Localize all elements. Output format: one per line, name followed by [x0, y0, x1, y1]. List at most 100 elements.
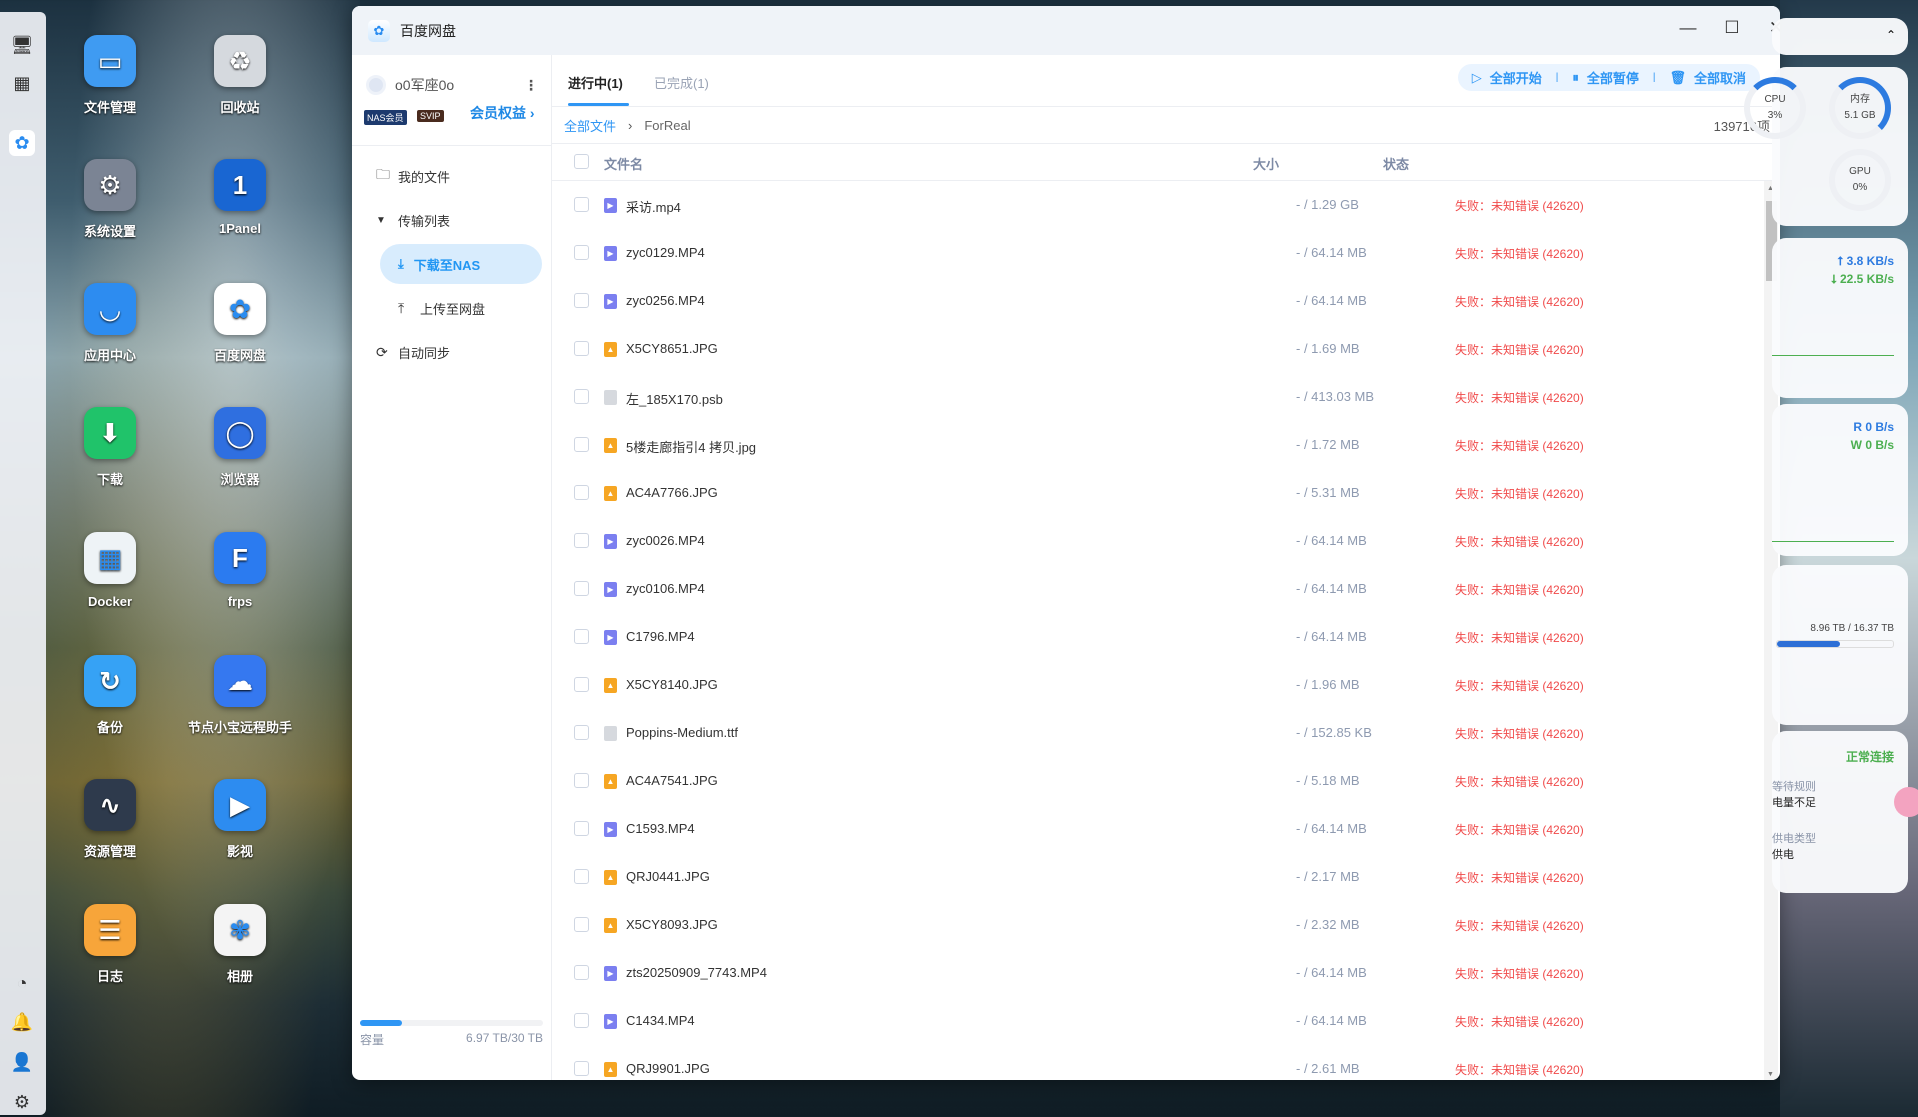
row-checkbox[interactable]	[574, 293, 589, 308]
video-file-icon: ▶	[604, 630, 617, 645]
desktop-app-icon[interactable]: ↻ 备份	[55, 655, 165, 736]
row-checkbox[interactable]	[574, 581, 589, 596]
desktop-app-icon[interactable]: ◯ 浏览器	[185, 407, 295, 488]
file-status: 失败：未知错误 (42620)	[1455, 439, 1584, 453]
sidebar-item-download-to-nas[interactable]: ⤓ 下载至NAS	[380, 244, 542, 284]
table-row[interactable]: ▶ zts20250909_7743.MP4 - / 64.14 MB 失败：未…	[552, 949, 1762, 997]
video-file-icon: ▶	[604, 1014, 617, 1029]
row-checkbox[interactable]	[574, 917, 589, 932]
maximize-button[interactable]: ☐	[1720, 18, 1744, 38]
file-name: zyc0256.MP4	[626, 293, 705, 308]
cancel-all-button[interactable]: 全部取消	[1694, 68, 1746, 87]
row-checkbox[interactable]	[574, 341, 589, 356]
pause-all-button[interactable]: 全部暂停	[1587, 68, 1639, 87]
row-checkbox[interactable]	[574, 437, 589, 452]
apps-grid-icon[interactable]: ▦	[9, 70, 35, 96]
row-checkbox[interactable]	[574, 773, 589, 788]
baidu-netdisk-dock-icon[interactable]: ✿	[9, 130, 35, 156]
app-icon: 1	[214, 159, 266, 211]
minimize-button[interactable]: —	[1676, 18, 1700, 38]
table-row[interactable]: ▲ AC4A7541.JPG - / 5.18 MB 失败：未知错误 (4262…	[552, 757, 1762, 805]
row-checkbox[interactable]	[574, 869, 589, 884]
tab-completed[interactable]: 已完成(1)	[654, 73, 709, 92]
desktop-app-icon[interactable]: ◡ 应用中心	[55, 283, 165, 364]
desktop-app-icon[interactable]: ♻ 回收站	[185, 35, 295, 116]
user-info[interactable]: o0军座0o ⋮	[366, 75, 546, 95]
sync-icon: ⟳	[376, 343, 388, 360]
table-row[interactable]: ▶ C1796.MP4 - / 64.14 MB 失败：未知错误 (42620)	[552, 613, 1762, 661]
sidebar-item-auto-sync[interactable]: ⟳ 自动同步	[376, 332, 450, 372]
bell-icon[interactable]: 🔔	[9, 1009, 35, 1035]
floating-assistant-button[interactable]	[1894, 787, 1918, 817]
row-checkbox[interactable]	[574, 1013, 589, 1028]
desktop-app-icon[interactable]: ∿ 资源管理	[55, 779, 165, 860]
select-all-checkbox[interactable]	[574, 154, 589, 169]
desktop-app-icon[interactable]: ▦ Docker	[55, 532, 165, 609]
capacity: 容量 6.97 TB/30 TB	[360, 1020, 543, 1048]
gear-icon[interactable]: ⚙	[9, 1089, 35, 1115]
row-checkbox[interactable]	[574, 821, 589, 836]
sidebar-item-upload[interactable]: ⤒ 上传至网盘	[398, 288, 485, 328]
activity-icon[interactable]: ◔	[9, 970, 35, 996]
tab-in-progress[interactable]: 进行中(1)	[568, 73, 629, 106]
row-checkbox[interactable]	[574, 197, 589, 212]
table-row[interactable]: Poppins-Medium.ttf - / 152.85 KB 失败：未知错误…	[552, 709, 1762, 757]
sidebar-item-transfer-list[interactable]: ▼ 传输列表	[376, 200, 450, 240]
table-row[interactable]: 左_185X170.psb - / 413.03 MB 失败：未知错误 (426…	[552, 373, 1762, 421]
row-checkbox[interactable]	[574, 1061, 589, 1076]
table-row[interactable]: ▶ zyc0106.MP4 - / 64.14 MB 失败：未知错误 (4262…	[552, 565, 1762, 613]
video-file-icon: ▶	[604, 534, 617, 549]
desktop-app-icon[interactable]: Ffrps	[185, 532, 295, 609]
column-status[interactable]: 状态	[1383, 154, 1409, 173]
user-icon[interactable]: 👤	[9, 1049, 35, 1075]
row-checkbox[interactable]	[574, 389, 589, 404]
more-icon[interactable]: ⋮	[524, 77, 538, 94]
ups-label-2: 供电类型	[1772, 833, 1816, 845]
desktop-app-icon[interactable]: ▭ 文件管理	[55, 35, 165, 116]
scroll-down-arrow[interactable]: ▼	[1767, 1071, 1774, 1078]
collapse-icon[interactable]: ⌃	[1886, 28, 1896, 42]
table-row[interactable]: ▲ X5CY8651.JPG - / 1.69 MB 失败：未知错误 (4262…	[552, 325, 1762, 373]
app-icon: ◡	[84, 283, 136, 335]
row-checkbox[interactable]	[574, 533, 589, 548]
table-row[interactable]: ▲ AC4A7766.JPG - / 5.31 MB 失败：未知错误 (4262…	[552, 469, 1762, 517]
desktop-app-icon[interactable]: ⬇ 下载	[55, 407, 165, 488]
table-row[interactable]: ▶ C1593.MP4 - / 64.14 MB 失败：未知错误 (42620)	[552, 805, 1762, 853]
table-row[interactable]: ▶ zyc0026.MP4 - / 64.14 MB 失败：未知错误 (4262…	[552, 517, 1762, 565]
desktop-icon[interactable]: 🖥	[9, 32, 35, 58]
table-row[interactable]: ▲ QRJ9901.JPG - / 2.61 MB 失败：未知错误 (42620…	[552, 1045, 1762, 1080]
sidebar-item-my-files[interactable]: 🗀 我的文件	[376, 156, 450, 196]
row-checkbox[interactable]	[574, 965, 589, 980]
table-row[interactable]: ▲ 5楼走廊指引4 拷贝.jpg - / 1.72 MB 失败：未知错误 (42…	[552, 421, 1762, 469]
table-row[interactable]: ▶ zyc0129.MP4 - / 64.14 MB 失败：未知错误 (4262…	[552, 229, 1762, 277]
row-checkbox[interactable]	[574, 245, 589, 260]
desktop-app-icon[interactable]: ☁ 节点小宝远程助手	[185, 655, 295, 736]
row-checkbox[interactable]	[574, 485, 589, 500]
desktop-app-icon[interactable]: ⚙ 系统设置	[55, 159, 165, 240]
desktop-app-icon[interactable]: ✿ 百度网盘	[185, 283, 295, 364]
desktop-app-icon[interactable]: ✾ 相册	[185, 904, 295, 985]
gpu-gauge: GPU 0%	[1829, 149, 1891, 211]
breadcrumb-current: ForReal	[644, 117, 691, 133]
desktop-app-icon[interactable]: ▶ 影视	[185, 779, 295, 860]
vip-benefits-link[interactable]: 会员权益 ›	[470, 103, 535, 123]
divider	[352, 145, 551, 146]
column-name[interactable]: 文件名	[604, 154, 643, 173]
column-size[interactable]: 大小	[1253, 154, 1279, 173]
desktop-app-icon[interactable]: 1 1Panel	[185, 159, 295, 236]
start-all-button[interactable]: 全部开始	[1490, 68, 1542, 87]
table-row[interactable]: ▲ X5CY8140.JPG - / 1.96 MB 失败：未知错误 (4262…	[552, 661, 1762, 709]
table-row[interactable]: ▶ 采访.mp4 - / 1.29 GB 失败：未知错误 (42620)	[552, 181, 1762, 229]
table-row[interactable]: ▲ QRJ0441.JPG - / 2.17 MB 失败：未知错误 (42620…	[552, 853, 1762, 901]
breadcrumb-root[interactable]: 全部文件	[564, 116, 616, 135]
row-checkbox[interactable]	[574, 725, 589, 740]
row-checkbox[interactable]	[574, 677, 589, 692]
row-checkbox[interactable]	[574, 629, 589, 644]
file-name: X5CY8140.JPG	[626, 677, 718, 692]
file-size: - / 2.17 MB	[1296, 869, 1360, 884]
table-row[interactable]: ▶ zyc0256.MP4 - / 64.14 MB 失败：未知错误 (4262…	[552, 277, 1762, 325]
table-row[interactable]: ▲ X5CY8093.JPG - / 2.32 MB 失败：未知错误 (4262…	[552, 901, 1762, 949]
table-row[interactable]: ▶ C1434.MP4 - / 64.14 MB 失败：未知错误 (42620)	[552, 997, 1762, 1045]
file-status: 失败：未知错误 (42620)	[1455, 871, 1584, 885]
desktop-app-icon[interactable]: ☰ 日志	[55, 904, 165, 985]
